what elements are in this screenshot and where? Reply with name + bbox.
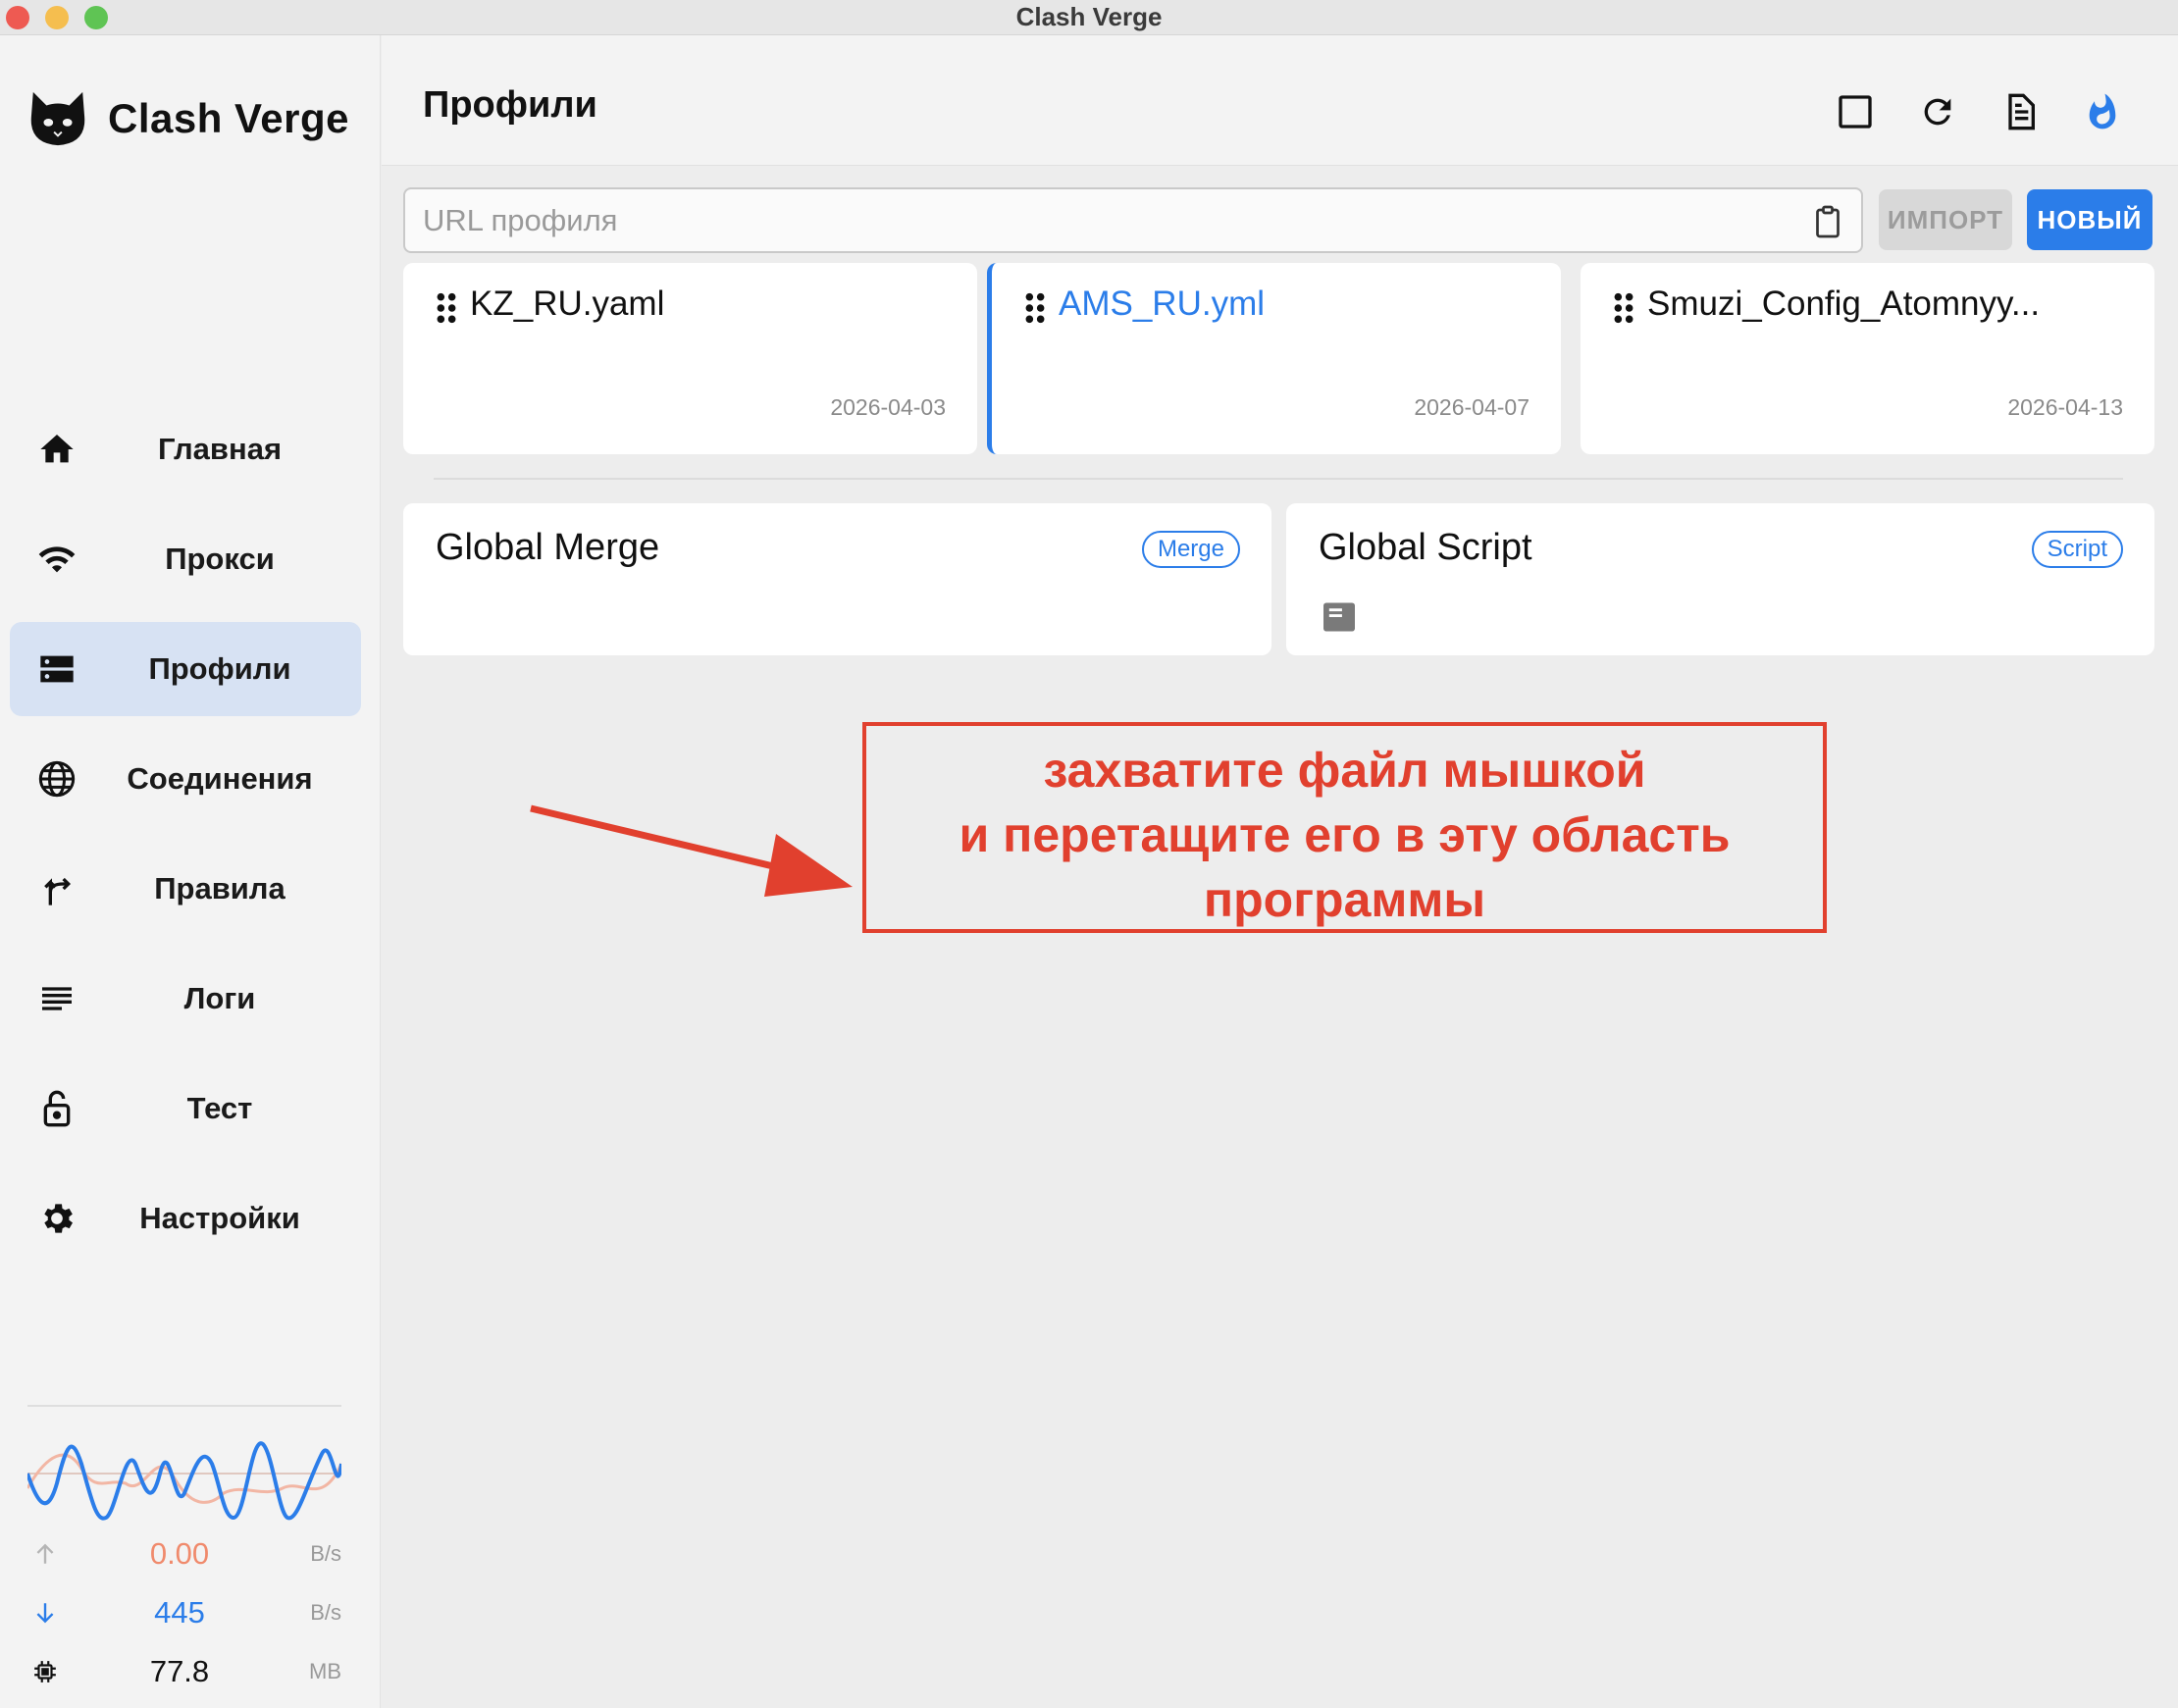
memory-usage: 77.8 bbox=[149, 1654, 210, 1688]
download-row: 445 B/s bbox=[27, 1593, 341, 1632]
drag-handle-icon[interactable] bbox=[1612, 291, 1635, 325]
sidebar-item-settings[interactable]: Настройки bbox=[10, 1171, 361, 1266]
sidebar-item-home[interactable]: Главная bbox=[10, 402, 361, 496]
sidebar-item-label: Тест bbox=[186, 1091, 253, 1125]
arrow-up-icon bbox=[27, 1536, 63, 1572]
window-title: Clash Verge bbox=[1015, 2, 1163, 31]
home-icon bbox=[35, 428, 78, 471]
hint-line: программы bbox=[1203, 872, 1486, 927]
upload-row: 0.00 B/s bbox=[27, 1534, 341, 1574]
title-bar: Clash Verge bbox=[0, 0, 2178, 35]
refresh-button[interactable] bbox=[1914, 88, 1961, 135]
profile-card-active[interactable]: AMS_RU.yml 2026-04-07 bbox=[987, 263, 1561, 454]
list-icon bbox=[35, 977, 78, 1020]
arrow-down-icon bbox=[27, 1595, 63, 1630]
sidebar-item-label: Настройки bbox=[139, 1201, 300, 1235]
sidebar-item-rules[interactable]: Правила bbox=[10, 842, 361, 936]
profile-card[interactable]: Smuzi_Config_Atomnyy... 2026-04-13 bbox=[1581, 263, 2154, 454]
profile-date: 2026-04-03 bbox=[830, 394, 946, 420]
hint-line: и перетащите его в эту область bbox=[959, 807, 1731, 862]
profile-url-field[interactable] bbox=[403, 187, 1863, 253]
drag-handle-icon[interactable] bbox=[435, 291, 458, 325]
profile-name: AMS_RU.yml bbox=[1059, 285, 1266, 323]
profile-card[interactable]: KZ_RU.yaml 2026-04-03 bbox=[403, 263, 977, 454]
globe-icon bbox=[35, 757, 78, 801]
new-profile-button[interactable]: НОВЫЙ bbox=[2027, 189, 2152, 250]
sidebar-item-test[interactable]: Тест bbox=[10, 1061, 361, 1156]
sidebar-item-label: Прокси bbox=[165, 542, 275, 576]
gear-icon bbox=[35, 1197, 78, 1240]
sidebar: Clash Verge Главная Прокси Профили Соеди… bbox=[0, 35, 381, 1708]
global-card-name: Global Script bbox=[1319, 527, 1532, 568]
lock-icon bbox=[35, 1087, 78, 1130]
document-button[interactable] bbox=[1996, 88, 2044, 135]
global-script-card[interactable]: Global Script Script bbox=[1286, 503, 2154, 655]
download-unit: B/s bbox=[310, 1600, 341, 1625]
sidebar-item-label: Логи bbox=[183, 981, 256, 1015]
profile-url-input[interactable] bbox=[423, 197, 1777, 244]
type-badge: Script bbox=[2031, 531, 2123, 568]
app-name: Clash Verge bbox=[108, 95, 349, 141]
import-button[interactable]: ИМПОРТ bbox=[1879, 189, 2012, 250]
app-logo: Clash Verge bbox=[27, 84, 349, 153]
profile-name: KZ_RU.yaml bbox=[470, 285, 665, 323]
profile-name: Smuzi_Config_Atomnyy... bbox=[1647, 285, 2041, 323]
annotation-arrow bbox=[530, 804, 853, 897]
sidebar-item-proxies[interactable]: Прокси bbox=[10, 512, 361, 606]
drop-hint-box: захватите файл мышкой и перетащите его в… bbox=[862, 722, 1827, 933]
type-badge: Merge bbox=[1141, 531, 1240, 568]
global-card-name: Global Merge bbox=[436, 527, 660, 568]
sidebar-item-label: Главная bbox=[157, 432, 283, 466]
section-divider bbox=[434, 478, 2123, 480]
cat-logo-icon bbox=[30, 91, 85, 146]
script-icon bbox=[1323, 602, 1355, 632]
header: Профили bbox=[382, 35, 2178, 166]
hint-line: захватите файл мышкой bbox=[1043, 743, 1646, 798]
global-merge-card[interactable]: Global Merge Merge bbox=[403, 503, 1271, 655]
page-title: Профили bbox=[423, 84, 597, 126]
fire-icon[interactable] bbox=[2079, 88, 2126, 135]
traffic-graph bbox=[27, 1441, 341, 1521]
wifi-icon bbox=[35, 538, 78, 581]
sidebar-item-label: Правила bbox=[154, 871, 285, 906]
profile-date: 2026-04-07 bbox=[1414, 394, 1530, 420]
sidebar-item-connections[interactable]: Соединения bbox=[10, 732, 361, 826]
sidebar-item-label: Профили bbox=[148, 651, 291, 686]
main-content: Профили ИМПОРТ НОВЫЙ KZ_RU.yaml 2026-04-… bbox=[382, 35, 2178, 1708]
clipboard-icon[interactable] bbox=[1810, 203, 1845, 240]
drag-handle-icon[interactable] bbox=[1023, 291, 1047, 325]
profile-date: 2026-04-13 bbox=[2007, 394, 2123, 420]
upload-speed: 0.00 bbox=[149, 1536, 210, 1571]
sidebar-item-label: Соединения bbox=[127, 761, 313, 796]
sidebar-item-logs[interactable]: Логи bbox=[10, 952, 361, 1046]
select-all-button[interactable] bbox=[1832, 88, 1879, 135]
fork-icon bbox=[35, 867, 78, 910]
chip-icon bbox=[27, 1654, 63, 1689]
memory-unit: MB bbox=[309, 1659, 341, 1683]
divider bbox=[27, 1405, 341, 1407]
download-speed: 445 bbox=[154, 1595, 205, 1630]
upload-unit: B/s bbox=[310, 1541, 341, 1566]
memory-row: 77.8 MB bbox=[27, 1652, 341, 1691]
sidebar-item-profiles[interactable]: Профили bbox=[10, 622, 361, 716]
storage-icon bbox=[35, 647, 78, 691]
